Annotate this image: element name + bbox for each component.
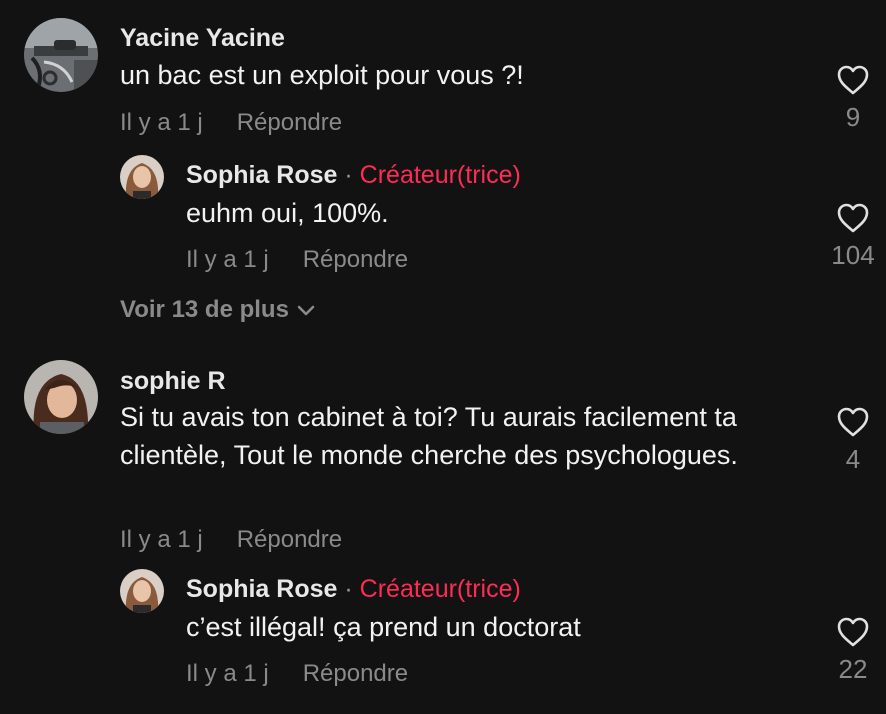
comment-time: Il y a 1 j — [120, 526, 203, 553]
like-button[interactable]: 104 — [823, 202, 883, 271]
reply-time: Il y a 1 j — [186, 246, 269, 273]
like-count: 104 — [831, 240, 875, 270]
comment-meta: Il y a 1 j Répondre — [120, 526, 342, 554]
reply-meta: Il y a 1 j Répondre — [186, 246, 408, 274]
reply-time: Il y a 1 j — [186, 660, 269, 687]
like-button[interactable]: 4 — [823, 406, 883, 475]
comments-panel: Yacine Yacine un bac est un exploit pour… — [0, 0, 886, 714]
separator-dot: · — [344, 575, 353, 603]
avatar[interactable] — [24, 360, 98, 434]
heart-outline-icon — [837, 65, 869, 95]
like-button[interactable]: 9 — [823, 64, 883, 133]
chevron-down-icon — [297, 305, 315, 315]
reply-username-line: Sophia Rose · Créateur(trice) — [186, 161, 521, 190]
comment-username[interactable]: Yacine Yacine — [120, 24, 285, 53]
reply-meta: Il y a 1 j Répondre — [186, 660, 408, 688]
reply-button[interactable]: Répondre — [303, 660, 408, 687]
heart-outline-icon — [837, 407, 869, 437]
reply-username-line: Sophia Rose · Créateur(trice) — [186, 575, 521, 604]
reply-text: c’est illégal! ça prend un doctorat — [186, 612, 581, 642]
comment-meta: Il y a 1 j Répondre — [120, 109, 342, 137]
creator-badge: Créateur(trice) — [359, 161, 521, 189]
view-more-replies-button[interactable]: Voir 13 de plus — [120, 296, 315, 324]
view-more-label: Voir 13 de plus — [120, 296, 289, 323]
creator-badge: Créateur(trice) — [359, 575, 521, 603]
like-count: 22 — [838, 654, 868, 684]
comment-text: un bac est un exploit pour vous ?! — [120, 60, 524, 90]
comment-time: Il y a 1 j — [120, 109, 203, 136]
comment-username[interactable]: sophie R — [120, 367, 226, 396]
reply-username[interactable]: Sophia Rose — [186, 161, 337, 189]
avatar[interactable] — [24, 18, 98, 92]
avatar[interactable] — [120, 569, 164, 613]
reply-username[interactable]: Sophia Rose — [186, 575, 337, 603]
reply-button[interactable]: Répondre — [237, 526, 342, 553]
comment-text: Si tu avais ton cabinet à toi? Tu aurais… — [120, 402, 738, 470]
like-button[interactable]: 22 — [823, 616, 883, 685]
like-count: 4 — [845, 444, 861, 474]
separator-dot: · — [344, 161, 353, 189]
like-count: 9 — [845, 102, 861, 132]
reply-button[interactable]: Répondre — [237, 109, 342, 136]
reply-button[interactable]: Répondre — [303, 246, 408, 273]
avatar[interactable] — [120, 155, 164, 199]
reply-text: euhm oui, 100%. — [186, 198, 389, 228]
heart-outline-icon — [837, 617, 869, 647]
heart-outline-icon — [837, 203, 869, 233]
